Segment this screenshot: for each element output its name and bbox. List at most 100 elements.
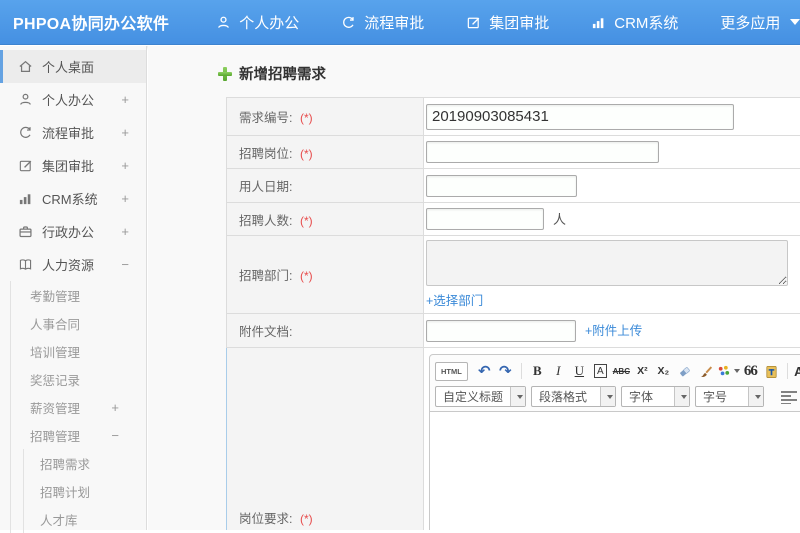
sidebar-subitem-salary[interactable]: 薪资管理 + — [11, 393, 146, 421]
topnav-label: 个人办公 — [239, 12, 299, 33]
font-size-dropdown[interactable]: 字号 — [695, 386, 764, 407]
sidebar-subitem-hr-contract[interactable]: 人事合同 — [11, 309, 146, 337]
chevron-down-icon — [790, 19, 800, 25]
top-navigation: 个人办公 流程审批 集团审批 CRM系统 更多应用 — [195, 12, 800, 33]
topnav-label: 流程审批 — [364, 12, 424, 33]
strikethrough-button[interactable]: ABC — [611, 361, 632, 381]
sidebar-subitem-talent-pool[interactable]: 人才库 — [24, 505, 146, 533]
format-brush-icon[interactable] — [695, 361, 716, 381]
sidebar-subitem-attendance[interactable]: 考勤管理 — [11, 281, 146, 309]
sidebar-item-admin-office[interactable]: 行政办公 + — [0, 215, 146, 248]
book-icon — [18, 257, 33, 272]
color-palette-icon[interactable] — [716, 361, 740, 381]
expand-plus-icon[interactable]: + — [121, 158, 129, 173]
custom-title-dropdown[interactable]: 自定义标题 — [435, 386, 526, 407]
chevron-down-icon — [734, 369, 740, 373]
attachment-upload-link[interactable]: +附件上传 — [585, 324, 642, 338]
field-label: 需求编号: — [239, 111, 292, 125]
hire-date-input[interactable] — [426, 175, 577, 197]
select-department-link[interactable]: +选择部门 — [426, 290, 483, 309]
chevron-down-icon — [517, 395, 523, 399]
sidebar-item-personal-office[interactable]: 个人办公 + — [0, 83, 146, 116]
required-mark: (*) — [300, 111, 313, 125]
underline-button[interactable]: U — [569, 361, 590, 381]
topnav-more-apps[interactable]: 更多应用 — [699, 12, 800, 33]
field-label: 招聘部门: — [239, 269, 292, 283]
workflow-icon — [18, 125, 33, 140]
edit-icon — [18, 158, 33, 173]
sidebar-item-workflow-approval[interactable]: 流程审批 + — [0, 116, 146, 149]
page-title-text: 新增招聘需求 — [239, 63, 326, 84]
topnav-personal-office[interactable]: 个人办公 — [195, 12, 320, 33]
collapse-minus-icon[interactable]: − — [111, 428, 119, 443]
italic-button[interactable]: I — [548, 361, 569, 381]
blockquote-button[interactable]: 66 — [740, 361, 761, 381]
expand-plus-icon[interactable]: + — [121, 224, 129, 239]
sidebar-item-personal-desktop[interactable]: 个人桌面 — [0, 50, 146, 83]
hr-submenu: 考勤管理 人事合同 培训管理 奖惩记录 薪资管理 + 招聘管理 − 招聘需求 — [10, 281, 146, 533]
undo-icon[interactable]: ↶ — [474, 361, 495, 381]
sidebar-item-hr[interactable]: 人力资源 − — [0, 248, 146, 281]
toolbar-separator — [787, 363, 788, 379]
field-label: 用人日期: — [239, 180, 292, 194]
headcount-unit: 人 — [553, 212, 566, 227]
recruit-demand-form: 需求编号: (*) 招聘岗位: (*) 用人日期: — [226, 97, 800, 530]
subitem-label: 招聘计划 — [40, 482, 90, 501]
topnav-group-approval[interactable]: 集团审批 — [445, 12, 570, 33]
expand-plus-icon[interactable]: + — [111, 400, 119, 415]
superscript-button[interactable]: X² — [632, 361, 653, 381]
sidebar-item-label: 人力资源 — [42, 255, 94, 274]
subscript-button[interactable]: X₂ — [653, 361, 674, 381]
sidebar-subitem-training[interactable]: 培训管理 — [11, 337, 146, 365]
source-code-button[interactable]: HTML — [435, 362, 468, 381]
sidebar-subitem-rewards[interactable]: 奖惩记录 — [11, 365, 146, 393]
sidebar-item-label: 个人办公 — [42, 90, 94, 109]
paste-icon[interactable] — [761, 361, 782, 381]
edit-icon — [466, 15, 481, 30]
topbar: PHPOA协同办公软件 个人办公 流程审批 集团审批 CRM系统 — [0, 0, 800, 45]
redo-icon[interactable]: ↷ — [495, 361, 516, 381]
editor-content-area[interactable] — [429, 412, 800, 530]
department-textarea[interactable] — [426, 240, 788, 286]
sidebar-subitem-recruit-demand[interactable]: 招聘需求 — [24, 449, 146, 477]
topnav-crm[interactable]: CRM系统 — [570, 12, 699, 33]
field-label: 岗位要求: — [239, 512, 292, 526]
paragraph-format-dropdown[interactable]: 段落格式 — [531, 386, 616, 407]
field-label-cell: 招聘人数: (*) — [227, 203, 424, 236]
subitem-label: 薪资管理 — [30, 398, 80, 417]
field-label-cell: 招聘岗位: (*) — [227, 136, 424, 169]
demand-no-input[interactable] — [426, 104, 734, 130]
main-content: 新增招聘需求 需求编号: (*) 招聘岗位: (*) — [148, 46, 800, 530]
field-label-cell: 附件文档: — [227, 314, 424, 348]
required-mark: (*) — [300, 512, 313, 526]
subitem-label: 奖惩记录 — [30, 370, 80, 389]
form-row-hire-date: 用人日期: — [227, 169, 800, 203]
autotypeset-button[interactable]: A — [590, 361, 611, 381]
subitem-label: 人事合同 — [30, 314, 80, 333]
font-family-dropdown[interactable]: 字体 — [621, 386, 690, 407]
sidebar-item-crm[interactable]: CRM系统 + — [0, 182, 146, 215]
font-color-button[interactable]: A — [793, 361, 800, 381]
sidebar-subitem-recruit-plan[interactable]: 招聘计划 — [24, 477, 146, 505]
field-label: 附件文档: — [239, 325, 292, 339]
expand-plus-icon[interactable]: + — [121, 191, 129, 206]
align-left-icon[interactable] — [779, 387, 800, 407]
topnav-label: 更多应用 — [720, 12, 780, 33]
sidebar: 个人桌面 个人办公 + 流程审批 + 集团审批 + CRM系统 + 行政办公 + — [0, 46, 147, 530]
sidebar-subitem-recruit-mgmt[interactable]: 招聘管理 − — [11, 421, 146, 449]
sidebar-item-group-approval[interactable]: 集团审批 + — [0, 149, 146, 182]
position-input[interactable] — [426, 141, 659, 163]
collapse-minus-icon[interactable]: − — [121, 257, 129, 272]
expand-plus-icon[interactable]: + — [121, 125, 129, 140]
expand-plus-icon[interactable]: + — [121, 92, 129, 107]
chevron-down-icon — [755, 395, 761, 399]
toolbar-separator — [521, 363, 522, 379]
sidebar-item-label: 个人桌面 — [42, 57, 94, 76]
headcount-input[interactable] — [426, 208, 544, 230]
topnav-workflow-approval[interactable]: 流程审批 — [320, 12, 445, 33]
field-label-cell: 需求编号: (*) — [227, 98, 424, 136]
bold-button[interactable]: B — [527, 361, 548, 381]
format-eraser-icon[interactable] — [674, 361, 695, 381]
briefcase-icon — [18, 224, 33, 239]
attachment-input[interactable] — [426, 320, 576, 342]
